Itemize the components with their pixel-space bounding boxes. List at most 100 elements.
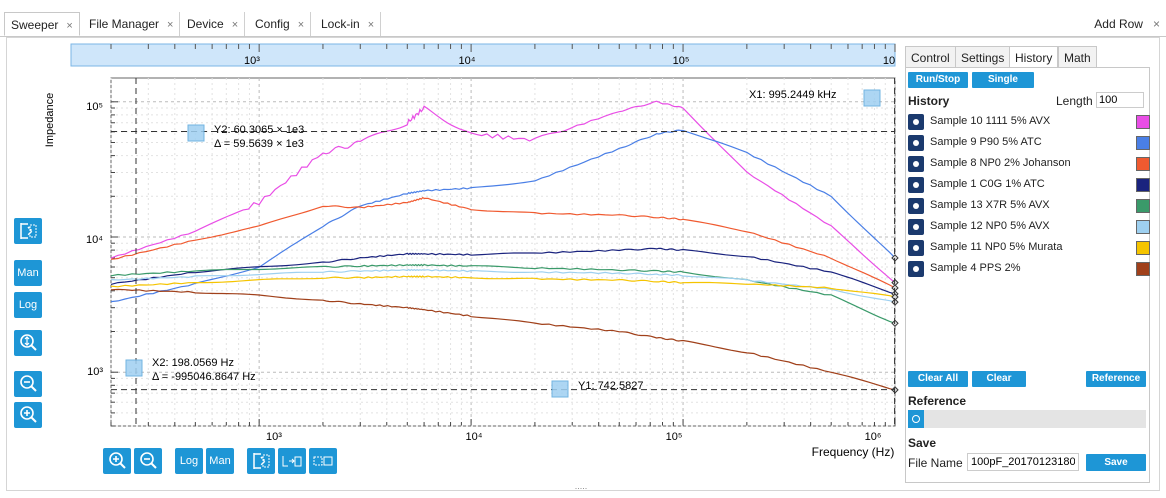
x-tick-label: 10⁶	[865, 431, 882, 443]
cursor-x1-handle[interactable]	[863, 89, 881, 107]
tab-config[interactable]: Config ×	[249, 12, 312, 36]
history-item-label: Sample 11 NP0 5% Murata	[930, 241, 1063, 253]
add-row-button[interactable]: Add Row ×	[1094, 12, 1160, 36]
cursor-x2-handle[interactable]	[125, 359, 143, 377]
length-input[interactable]	[1096, 92, 1144, 108]
reference-toggle[interactable]	[908, 410, 924, 428]
visibility-toggle[interactable]	[908, 261, 924, 277]
color-swatch[interactable]	[1136, 178, 1150, 192]
tab-math[interactable]: Math	[1058, 46, 1097, 68]
overview-bar[interactable]	[70, 43, 896, 67]
visibility-toggle[interactable]	[908, 198, 924, 214]
color-swatch[interactable]	[1136, 220, 1150, 234]
close-icon[interactable]: ×	[368, 19, 374, 31]
history-item[interactable]: Sample 8 NP0 2% Johanson	[908, 154, 1150, 174]
color-swatch[interactable]	[1136, 115, 1150, 129]
save-title: Save	[908, 436, 937, 450]
history-item-label: Sample 4 PPS 2%	[930, 262, 1021, 274]
history-item[interactable]: Sample 4 PPS 2%	[908, 259, 1150, 279]
color-swatch[interactable]	[1136, 157, 1150, 171]
tab-device[interactable]: Device ×	[181, 12, 246, 36]
add-row-label: Add Row	[1094, 17, 1143, 31]
history-title: History	[908, 94, 950, 108]
color-swatch[interactable]	[1136, 262, 1150, 276]
tab-sweeper[interactable]: Sweeper ×	[4, 12, 80, 36]
file-name-input[interactable]	[967, 453, 1079, 471]
overview-tick-label: 10⁵	[673, 55, 690, 67]
history-item-label: Sample 10 1111 5% AVX	[930, 115, 1051, 127]
cursor-y2-label: Y2: 60.3065 × 1e3	[214, 124, 304, 136]
x-zoom-in-button[interactable]	[103, 448, 131, 474]
cursor-y2-delta: Δ = 59.5639 × 1e3	[214, 138, 304, 150]
history-item-label: Sample 8 NP0 2% Johanson	[930, 157, 1071, 169]
visibility-toggle[interactable]	[908, 177, 924, 193]
tab-file-manager[interactable]: File Manager ×	[83, 12, 181, 36]
length-label: Length	[1056, 94, 1093, 108]
close-icon[interactable]: ×	[167, 19, 173, 31]
history-item-label: Sample 9 P90 5% ATC	[930, 136, 1042, 148]
clear-all-button[interactable]: Clear All	[908, 371, 968, 387]
tab-history[interactable]: History	[1009, 46, 1059, 68]
tab-settings[interactable]: Settings	[955, 46, 1011, 68]
reference-button[interactable]: Reference	[1086, 371, 1146, 387]
zoom-fit-icon	[20, 334, 37, 351]
color-swatch[interactable]	[1136, 199, 1150, 213]
cursor-x1-label: X1: 995.2449 kHz	[749, 89, 836, 101]
x-zoom-out-button[interactable]	[134, 448, 162, 474]
close-icon[interactable]: ×	[298, 19, 304, 31]
tab-label: File Manager	[89, 17, 160, 31]
visibility-toggle[interactable]	[908, 135, 924, 151]
history-item[interactable]: Sample 11 NP0 5% Murata	[908, 238, 1150, 258]
history-item-label: Sample 13 X7R 5% AVX	[930, 199, 1050, 211]
history-item-label: Sample 12 NP0 5% AVX	[930, 220, 1050, 232]
auto-range-icon	[253, 453, 270, 469]
y-tick-label: 10⁵	[86, 101, 103, 113]
cursor-x2-label: X2: 198.0569 Hz	[152, 357, 234, 369]
history-item[interactable]: Sample 9 P90 5% ATC	[908, 133, 1150, 153]
single-button[interactable]: Single	[972, 72, 1034, 88]
x-auto-range-button[interactable]	[247, 448, 275, 474]
color-swatch[interactable]	[1136, 241, 1150, 255]
man-label: Man	[17, 267, 39, 279]
close-icon[interactable]: ×	[66, 20, 72, 32]
cursor-y2-handle[interactable]	[187, 124, 205, 142]
x-log-button[interactable]: Log	[175, 448, 203, 474]
clear-button[interactable]: Clear	[972, 371, 1026, 387]
x-manual-button[interactable]: Man	[206, 448, 234, 474]
auto-range-button[interactable]	[14, 218, 42, 244]
reference-title: Reference	[908, 394, 967, 408]
tab-label: Device	[187, 17, 224, 31]
cursor-y1-handle[interactable]	[551, 380, 569, 398]
y-zoom-fit-button[interactable]	[14, 330, 42, 356]
sweeper-plot: 10³ 10⁴ 10⁵ 10 Impedance Frequency (Hz) …	[44, 43, 899, 490]
zoom-in-icon	[109, 452, 126, 469]
y-log-button[interactable]: Log	[14, 292, 42, 318]
resize-grip[interactable]: .....	[575, 481, 588, 490]
export-button[interactable]	[309, 448, 337, 474]
history-item[interactable]: Sample 12 NP0 5% AVX	[908, 217, 1150, 237]
save-button[interactable]: Save	[1086, 454, 1146, 471]
history-item[interactable]: Sample 10 1111 5% AVX	[908, 112, 1150, 132]
tab-lock-in[interactable]: Lock-in ×	[315, 12, 382, 36]
visibility-toggle[interactable]	[908, 240, 924, 256]
log-label: Log	[18, 299, 38, 311]
y-manual-button[interactable]: Man	[14, 260, 42, 286]
copy-to-clipboard-button[interactable]	[278, 448, 306, 474]
visibility-toggle[interactable]	[908, 219, 924, 235]
color-swatch[interactable]	[1136, 136, 1150, 150]
run-stop-button[interactable]: Run/Stop	[908, 72, 968, 88]
visibility-toggle[interactable]	[908, 156, 924, 172]
history-item[interactable]: Sample 13 X7R 5% AVX	[908, 196, 1150, 216]
tab-control[interactable]: Control	[905, 46, 956, 68]
y-axis-label: Impedance	[44, 93, 56, 147]
cursor-x2-delta: Δ = -995046.8647 Hz	[152, 371, 256, 383]
tab-label: Config	[255, 17, 290, 31]
close-icon[interactable]: ×	[232, 19, 238, 31]
y-zoom-out-button[interactable]	[14, 371, 42, 397]
visibility-toggle[interactable]	[908, 114, 924, 130]
clipboard-icon	[282, 456, 302, 467]
y-zoom-in-button[interactable]	[14, 402, 42, 428]
tab-bar: Sweeper × File Manager × Device × Config × L…	[0, 12, 1166, 37]
close-icon[interactable]: ×	[1153, 17, 1160, 31]
history-item[interactable]: Sample 1 C0G 1% ATC	[908, 175, 1150, 195]
